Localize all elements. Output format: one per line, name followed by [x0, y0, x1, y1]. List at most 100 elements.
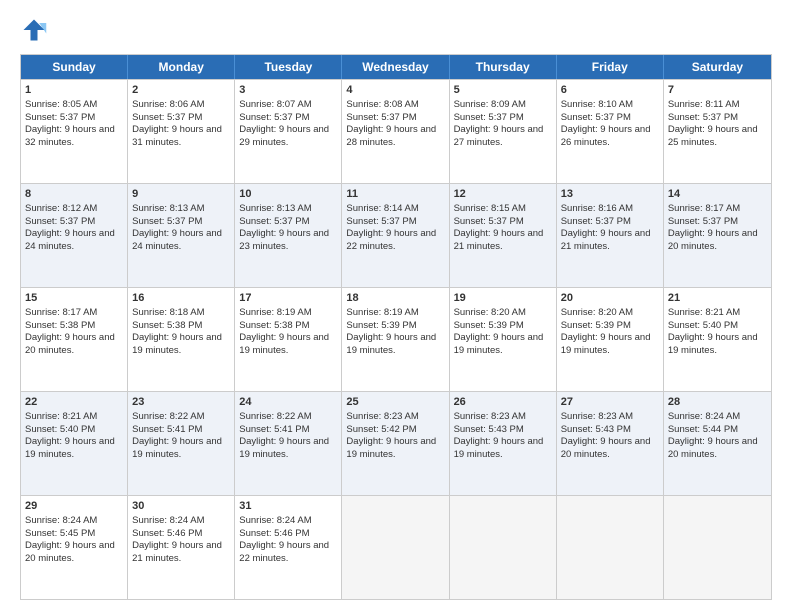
sunset-text: Sunset: 5:38 PM: [25, 320, 123, 333]
sunrise-text: Sunrise: 8:11 AM: [668, 99, 767, 112]
calendar-body: 1Sunrise: 8:05 AMSunset: 5:37 PMDaylight…: [21, 79, 771, 599]
sunrise-text: Sunrise: 8:14 AM: [346, 203, 444, 216]
day-number: 28: [668, 395, 767, 410]
sunrise-text: Sunrise: 8:10 AM: [561, 99, 659, 112]
calendar: SundayMondayTuesdayWednesdayThursdayFrid…: [20, 54, 772, 600]
daylight-text: Daylight: 9 hours and 19 minutes.: [454, 436, 552, 462]
sunset-text: Sunset: 5:38 PM: [239, 320, 337, 333]
daylight-text: Daylight: 9 hours and 19 minutes.: [668, 332, 767, 358]
day-number: 3: [239, 83, 337, 98]
table-row: 27Sunrise: 8:23 AMSunset: 5:43 PMDayligh…: [557, 392, 664, 495]
table-row: 2Sunrise: 8:06 AMSunset: 5:37 PMDaylight…: [128, 80, 235, 183]
day-number: 7: [668, 83, 767, 98]
sunset-text: Sunset: 5:39 PM: [561, 320, 659, 333]
daylight-text: Daylight: 9 hours and 20 minutes.: [668, 228, 767, 254]
week-row-5: 29Sunrise: 8:24 AMSunset: 5:45 PMDayligh…: [21, 495, 771, 599]
sunset-text: Sunset: 5:37 PM: [132, 216, 230, 229]
daylight-text: Daylight: 9 hours and 32 minutes.: [25, 124, 123, 150]
daylight-text: Daylight: 9 hours and 19 minutes.: [239, 332, 337, 358]
sunrise-text: Sunrise: 8:23 AM: [454, 411, 552, 424]
day-number: 2: [132, 83, 230, 98]
sunrise-text: Sunrise: 8:23 AM: [346, 411, 444, 424]
sunrise-text: Sunrise: 8:21 AM: [668, 307, 767, 320]
week-row-1: 1Sunrise: 8:05 AMSunset: 5:37 PMDaylight…: [21, 79, 771, 183]
daylight-text: Daylight: 9 hours and 22 minutes.: [346, 228, 444, 254]
daylight-text: Daylight: 9 hours and 19 minutes.: [561, 332, 659, 358]
sunrise-text: Sunrise: 8:08 AM: [346, 99, 444, 112]
daylight-text: Daylight: 9 hours and 27 minutes.: [454, 124, 552, 150]
day-number: 17: [239, 291, 337, 306]
table-row: 14Sunrise: 8:17 AMSunset: 5:37 PMDayligh…: [664, 184, 771, 287]
table-row: [342, 496, 449, 599]
daylight-text: Daylight: 9 hours and 31 minutes.: [132, 124, 230, 150]
sunrise-text: Sunrise: 8:13 AM: [132, 203, 230, 216]
sunset-text: Sunset: 5:37 PM: [454, 112, 552, 125]
sunset-text: Sunset: 5:41 PM: [239, 424, 337, 437]
daylight-text: Daylight: 9 hours and 19 minutes.: [454, 332, 552, 358]
day-number: 8: [25, 187, 123, 202]
sunrise-text: Sunrise: 8:20 AM: [454, 307, 552, 320]
day-number: 31: [239, 499, 337, 514]
week-row-2: 8Sunrise: 8:12 AMSunset: 5:37 PMDaylight…: [21, 183, 771, 287]
day-number: 15: [25, 291, 123, 306]
table-row: 6Sunrise: 8:10 AMSunset: 5:37 PMDaylight…: [557, 80, 664, 183]
day-number: 5: [454, 83, 552, 98]
sunset-text: Sunset: 5:37 PM: [454, 216, 552, 229]
table-row: 20Sunrise: 8:20 AMSunset: 5:39 PMDayligh…: [557, 288, 664, 391]
table-row: 19Sunrise: 8:20 AMSunset: 5:39 PMDayligh…: [450, 288, 557, 391]
table-row: 16Sunrise: 8:18 AMSunset: 5:38 PMDayligh…: [128, 288, 235, 391]
logo: [20, 16, 52, 44]
day-number: 20: [561, 291, 659, 306]
sunset-text: Sunset: 5:39 PM: [346, 320, 444, 333]
sunset-text: Sunset: 5:37 PM: [561, 112, 659, 125]
daylight-text: Daylight: 9 hours and 26 minutes.: [561, 124, 659, 150]
sunset-text: Sunset: 5:37 PM: [561, 216, 659, 229]
table-row: 13Sunrise: 8:16 AMSunset: 5:37 PMDayligh…: [557, 184, 664, 287]
day-number: 18: [346, 291, 444, 306]
sunrise-text: Sunrise: 8:17 AM: [668, 203, 767, 216]
week-row-3: 15Sunrise: 8:17 AMSunset: 5:38 PMDayligh…: [21, 287, 771, 391]
sunset-text: Sunset: 5:38 PM: [132, 320, 230, 333]
table-row: 25Sunrise: 8:23 AMSunset: 5:42 PMDayligh…: [342, 392, 449, 495]
day-number: 10: [239, 187, 337, 202]
day-number: 25: [346, 395, 444, 410]
day-number: 12: [454, 187, 552, 202]
week-row-4: 22Sunrise: 8:21 AMSunset: 5:40 PMDayligh…: [21, 391, 771, 495]
day-number: 21: [668, 291, 767, 306]
daylight-text: Daylight: 9 hours and 19 minutes.: [346, 332, 444, 358]
daylight-text: Daylight: 9 hours and 23 minutes.: [239, 228, 337, 254]
sunset-text: Sunset: 5:37 PM: [346, 216, 444, 229]
sunrise-text: Sunrise: 8:17 AM: [25, 307, 123, 320]
sunset-text: Sunset: 5:37 PM: [25, 216, 123, 229]
sunset-text: Sunset: 5:45 PM: [25, 528, 123, 541]
table-row: 3Sunrise: 8:07 AMSunset: 5:37 PMDaylight…: [235, 80, 342, 183]
col-header-thursday: Thursday: [450, 55, 557, 79]
col-header-saturday: Saturday: [664, 55, 771, 79]
sunset-text: Sunset: 5:37 PM: [25, 112, 123, 125]
daylight-text: Daylight: 9 hours and 19 minutes.: [346, 436, 444, 462]
daylight-text: Daylight: 9 hours and 24 minutes.: [25, 228, 123, 254]
table-row: 9Sunrise: 8:13 AMSunset: 5:37 PMDaylight…: [128, 184, 235, 287]
daylight-text: Daylight: 9 hours and 20 minutes.: [561, 436, 659, 462]
sunset-text: Sunset: 5:41 PM: [132, 424, 230, 437]
sunrise-text: Sunrise: 8:20 AM: [561, 307, 659, 320]
table-row: 5Sunrise: 8:09 AMSunset: 5:37 PMDaylight…: [450, 80, 557, 183]
sunrise-text: Sunrise: 8:09 AM: [454, 99, 552, 112]
sunrise-text: Sunrise: 8:22 AM: [132, 411, 230, 424]
sunrise-text: Sunrise: 8:21 AM: [25, 411, 123, 424]
table-row: [450, 496, 557, 599]
sunset-text: Sunset: 5:37 PM: [239, 216, 337, 229]
table-row: 4Sunrise: 8:08 AMSunset: 5:37 PMDaylight…: [342, 80, 449, 183]
daylight-text: Daylight: 9 hours and 22 minutes.: [239, 540, 337, 566]
day-number: 22: [25, 395, 123, 410]
day-number: 13: [561, 187, 659, 202]
daylight-text: Daylight: 9 hours and 20 minutes.: [668, 436, 767, 462]
table-row: [664, 496, 771, 599]
table-row: 31Sunrise: 8:24 AMSunset: 5:46 PMDayligh…: [235, 496, 342, 599]
table-row: [557, 496, 664, 599]
day-number: 24: [239, 395, 337, 410]
day-number: 26: [454, 395, 552, 410]
sunrise-text: Sunrise: 8:16 AM: [561, 203, 659, 216]
col-header-tuesday: Tuesday: [235, 55, 342, 79]
col-header-monday: Monday: [128, 55, 235, 79]
